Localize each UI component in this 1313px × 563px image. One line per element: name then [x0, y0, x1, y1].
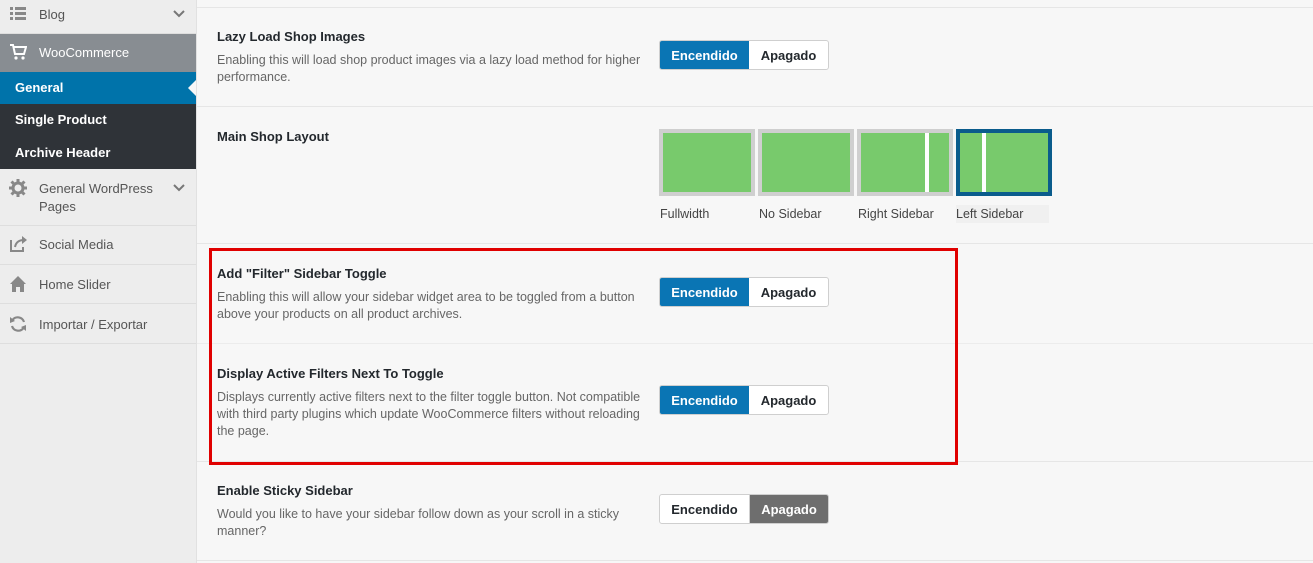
- sidebar-item-label: General WordPress Pages: [39, 181, 153, 214]
- list-icon: [10, 7, 26, 20]
- setting-description: Displays currently active filters next t…: [217, 390, 641, 438]
- settings-row-top: [197, 0, 1313, 8]
- sidebar-item-label: Importar / Exportar: [39, 317, 148, 332]
- toggle-on-button[interactable]: Encendido: [660, 41, 749, 69]
- setting-title: Enable Sticky Sidebar: [217, 483, 353, 498]
- sidebar-item-label: Home Slider: [39, 277, 111, 292]
- sidebar-item-label: Social Media: [39, 237, 114, 252]
- setting-sticky-sidebar: Enable Sticky Sidebar Would you like to …: [197, 462, 1313, 561]
- setting-description: Enabling this will allow your sidebar wi…: [217, 290, 635, 321]
- sidebar-item-label: Blog: [39, 7, 66, 22]
- sidebar-item-social-media[interactable]: Social Media: [0, 226, 196, 265]
- chevron-down-icon[interactable]: [172, 181, 186, 195]
- setting-active-filters: Display Active Filters Next To Toggle Di…: [197, 344, 1313, 462]
- layout-label-no-sidebar: No Sidebar: [759, 207, 822, 221]
- layout-option-right-sidebar[interactable]: [857, 129, 953, 196]
- setting-filter-toggle: Add "Filter" Sidebar Toggle Enabling thi…: [197, 244, 1313, 344]
- share-icon: [10, 236, 27, 252]
- layout-label-right-sidebar: Right Sidebar: [858, 207, 934, 221]
- submenu-item-single-product[interactable]: Single Product: [0, 104, 196, 136]
- sidebar-item-blog[interactable]: Blog: [0, 0, 196, 34]
- sidebar-item-home-slider[interactable]: Home Slider: [0, 265, 196, 304]
- setting-title: Main Shop Layout: [217, 129, 329, 144]
- submenu-label: Single Product: [15, 112, 107, 127]
- submenu-label: General: [15, 80, 64, 95]
- toggle-off-button[interactable]: Apagado: [749, 386, 828, 414]
- setting-lazy-load: Lazy Load Shop Images Enabling this will…: [197, 8, 1313, 107]
- submenu-item-general[interactable]: General: [0, 72, 196, 104]
- submenu-label: Archive Header: [15, 145, 111, 160]
- toggle-on-button[interactable]: Encendido: [660, 386, 749, 414]
- setting-description: Would you like to have your sidebar foll…: [217, 507, 620, 538]
- sidebar-item-label: WooCommerce: [39, 45, 130, 60]
- layout-label-fullwidth: Fullwidth: [660, 207, 710, 221]
- layout-preview: [762, 133, 850, 192]
- admin-sidebar: Blog WooCommerce General Single Product …: [0, 0, 197, 563]
- sticky-sidebar-toggle: Encendido Apagado: [659, 494, 829, 524]
- sidebar-divider: [925, 133, 929, 192]
- setting-description: Enabling this will load shop product ima…: [217, 53, 641, 84]
- layout-option-fullwidth[interactable]: [659, 129, 755, 196]
- setting-title: Lazy Load Shop Images: [217, 29, 366, 44]
- sidebar-item-woocommerce[interactable]: WooCommerce: [0, 34, 196, 72]
- home-icon: [10, 276, 26, 292]
- toggle-off-button[interactable]: Apagado: [749, 41, 828, 69]
- woocommerce-submenu: General Single Product Archive Header: [0, 72, 196, 169]
- filter-toggle-switch: Encendido Apagado: [659, 277, 829, 307]
- toggle-off-button[interactable]: Apagado: [749, 278, 828, 306]
- layout-option-no-sidebar[interactable]: [758, 129, 854, 196]
- layout-preview: [960, 133, 1048, 192]
- submenu-item-archive-header[interactable]: Archive Header: [0, 137, 196, 169]
- setting-main-shop-layout: Main Shop Layout: [197, 107, 1313, 244]
- cart-icon: [10, 44, 27, 60]
- layout-preview: [663, 133, 751, 192]
- lazy-load-toggle: Encendido Apagado: [659, 40, 829, 70]
- settings-panel: Lazy Load Shop Images Enabling this will…: [197, 0, 1313, 563]
- toggle-on-button[interactable]: Encendido: [660, 495, 750, 523]
- layout-preview: [861, 133, 949, 192]
- sidebar-item-import-export[interactable]: Importar / Exportar: [0, 304, 196, 344]
- setting-title: Display Active Filters Next To Toggle: [217, 366, 444, 381]
- chevron-down-icon[interactable]: [172, 7, 186, 21]
- refresh-icon: [10, 316, 26, 332]
- toggle-off-button[interactable]: Apagado: [750, 495, 828, 523]
- sidebar-divider: [982, 133, 986, 192]
- gear-icon: [9, 179, 27, 197]
- layout-option-left-sidebar[interactable]: [956, 129, 1052, 196]
- active-arrow: [188, 80, 196, 96]
- setting-title: Add "Filter" Sidebar Toggle: [217, 266, 387, 281]
- layout-label-left-sidebar: Left Sidebar: [956, 205, 1050, 223]
- sidebar-item-general-wordpress-pages[interactable]: General WordPress Pages: [0, 169, 196, 226]
- active-filters-toggle: Encendido Apagado: [659, 385, 829, 415]
- toggle-on-button[interactable]: Encendido: [660, 278, 749, 306]
